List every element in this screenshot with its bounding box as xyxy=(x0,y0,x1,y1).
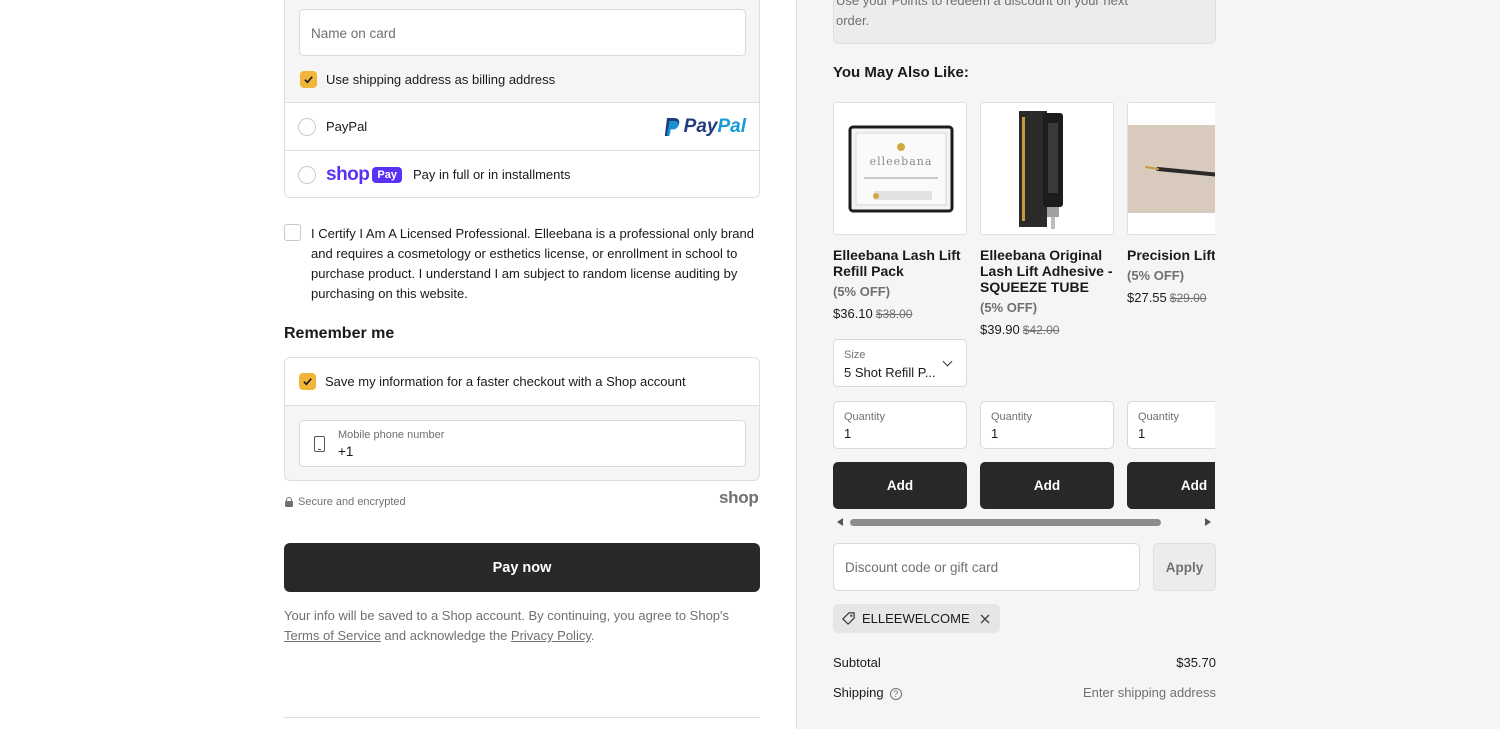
shoppay-label: Pay in full or in installments xyxy=(412,167,571,182)
carousel-scrollbar[interactable] xyxy=(833,515,1215,529)
product-image[interactable]: elleebana xyxy=(833,102,967,235)
license-certify-row: I Certify I Am A Licensed Professional. … xyxy=(284,224,764,304)
shipping-row: Shipping? Enter shipping address xyxy=(833,685,1216,700)
add-button[interactable]: Add xyxy=(1127,462,1215,509)
checkbox-checked-icon[interactable] xyxy=(299,373,316,390)
paypal-label: PayPal xyxy=(326,119,368,134)
shop-logo-icon: shop xyxy=(719,488,759,507)
product-card: Elleebana Original Lash Lift Adhesive - … xyxy=(980,102,1114,509)
product-title[interactable]: Precision Lifter xyxy=(1127,247,1215,263)
payment-methods: Name on card Use shipping address as bil… xyxy=(284,0,760,198)
checkout-main: Name on card Use shipping address as bil… xyxy=(0,0,796,729)
order-summary-panel: Use your Points to redeem a discount on … xyxy=(796,0,1500,729)
discount-code-input[interactable]: Discount code or gift card xyxy=(833,543,1140,591)
pay-now-button[interactable]: Pay now xyxy=(284,543,760,592)
add-button[interactable]: Add xyxy=(980,462,1114,509)
payment-option-shoppay[interactable]: shop Pay Pay in full or in installments xyxy=(285,150,759,197)
shipping-label: Shipping xyxy=(833,685,884,700)
product-carousel[interactable]: elleebana Elleebana Lash Lift Refill Pac… xyxy=(833,102,1215,532)
product-image[interactable] xyxy=(980,102,1114,235)
applied-discount-tag: ELLEEWELCOME xyxy=(833,604,1000,633)
secure-text: Secure and encrypted xyxy=(298,496,406,508)
points-notice-text: Use your Points to redeem a discount on … xyxy=(836,0,1128,28)
shoppay-logo-icon: shop Pay xyxy=(326,164,402,186)
product-card: elleebana Elleebana Lash Lift Refill Pac… xyxy=(833,102,967,509)
mobile-phone-value: +1 xyxy=(338,444,354,459)
chevron-down-icon xyxy=(942,356,953,367)
product-title[interactable]: Elleebana Lash Lift Refill Pack xyxy=(833,247,973,279)
billing-same-checkbox-row[interactable]: Use shipping address as billing address xyxy=(300,71,555,88)
help-icon[interactable]: ? xyxy=(889,688,902,700)
product-title[interactable]: Elleebana Original Lash Lift Adhesive - … xyxy=(980,247,1120,295)
scroll-left-arrow-icon[interactable] xyxy=(837,518,843,526)
quantity-field[interactable]: Quantity 1 xyxy=(1127,401,1215,449)
name-on-card-input[interactable]: Name on card xyxy=(299,9,746,56)
subtotal-value: $35.70 xyxy=(1176,655,1216,670)
payment-option-paypal[interactable]: PayPal Pay Pal xyxy=(285,102,759,150)
mobile-phone-icon xyxy=(314,436,325,452)
privacy-policy-link[interactable]: Privacy Policy xyxy=(511,628,591,643)
you-may-also-like-title: You May Also Like: xyxy=(833,64,969,81)
quantity-field[interactable]: Quantity 1 xyxy=(833,401,967,449)
shoppay-radio[interactable] xyxy=(298,165,316,184)
subtotal-label: Subtotal xyxy=(833,655,881,670)
tag-icon xyxy=(842,612,855,625)
divider xyxy=(284,717,760,718)
lock-icon xyxy=(285,497,293,507)
product-card: Precision Lifter (5% OFF) $27.55$29.00 Q… xyxy=(1127,102,1215,509)
paypal-logo-icon: Pay Pal xyxy=(663,116,746,138)
size-select[interactable]: Size 5 Shot Refill P... xyxy=(833,339,967,387)
compare-price: $29.00 xyxy=(1169,291,1207,305)
discount-code-label: ELLEEWELCOME xyxy=(862,611,970,626)
subtotal-row: Subtotal $35.70 xyxy=(833,655,1216,670)
product-price: $39.90 $42.00 xyxy=(980,322,1060,337)
remember-me-box: Save my information for a faster checkou… xyxy=(284,357,760,481)
secure-notice: Secure and encrypted xyxy=(285,496,406,508)
checkbox-checked-icon[interactable] xyxy=(300,71,317,88)
terms-of-service-link[interactable]: Terms of Service xyxy=(284,628,381,643)
product-discount: (5% OFF) xyxy=(833,284,891,299)
shipping-value: Enter shipping address xyxy=(1083,685,1216,700)
compare-price: $42.00 xyxy=(1022,323,1060,337)
close-icon[interactable] xyxy=(979,613,991,625)
save-info-label: Save my information for a faster checkou… xyxy=(325,374,686,389)
product-image[interactable] xyxy=(1127,102,1215,235)
mobile-phone-input[interactable]: Mobile phone number +1 xyxy=(299,420,746,467)
svg-text:elleebana: elleebana xyxy=(870,155,933,168)
billing-same-label: Use shipping address as billing address xyxy=(326,72,556,87)
paypal-radio[interactable] xyxy=(298,117,316,136)
scrollbar-thumb[interactable] xyxy=(850,519,1161,526)
quantity-field[interactable]: Quantity 1 xyxy=(980,401,1114,449)
save-info-checkbox-row[interactable]: Save my information for a faster checkou… xyxy=(285,358,759,406)
license-certify-text: I Certify I Am A Licensed Professional. … xyxy=(311,226,754,301)
license-certify-checkbox[interactable] xyxy=(284,224,301,241)
add-button[interactable]: Add xyxy=(833,462,967,509)
compare-price: $38.00 xyxy=(875,307,913,321)
mobile-phone-label: Mobile phone number xyxy=(338,429,445,441)
product-discount: (5% OFF) xyxy=(980,300,1038,315)
apply-button[interactable]: Apply xyxy=(1153,543,1216,591)
remember-me-title: Remember me xyxy=(284,325,395,342)
legal-text: Your info will be saved to a Shop accoun… xyxy=(284,608,730,643)
product-discount: (5% OFF) xyxy=(1127,268,1185,283)
product-price: $36.10 $38.00 xyxy=(833,306,913,321)
product-price: $27.55 $29.00 xyxy=(1127,290,1207,305)
scroll-right-arrow-icon[interactable] xyxy=(1205,518,1211,526)
